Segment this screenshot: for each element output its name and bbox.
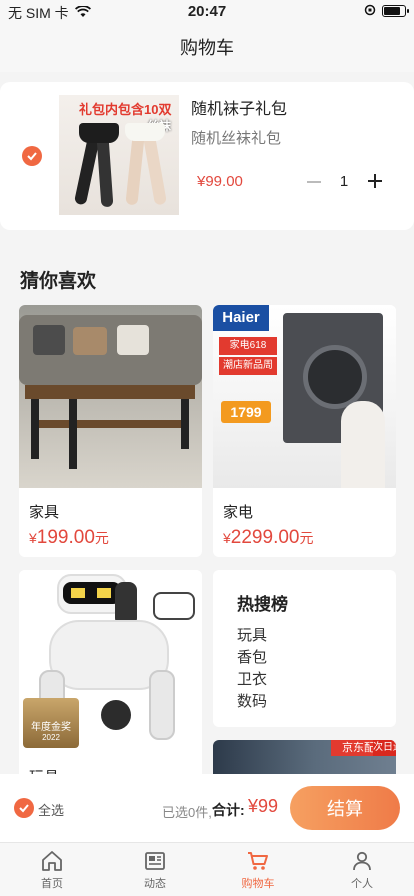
price-unit: 元 (299, 530, 314, 546)
product-card-toy[interactable]: 年度金奖 2022 玩具 (19, 570, 202, 780)
tab-label: 首页 (41, 878, 63, 890)
selected-count: 已选0件, (162, 805, 212, 820)
quantity-increase-button[interactable] (360, 166, 390, 196)
leg-shape (125, 134, 145, 206)
table-shelf (33, 420, 187, 428)
cushion-shape (73, 327, 107, 355)
checkout-bar: 全选 已选0件, 合计: ¥99 结算 (0, 774, 414, 842)
quantity-decrease-button[interactable] (302, 168, 326, 196)
hot-search-item[interactable]: 玩具 (237, 624, 267, 645)
hot-search-title: 热搜榜 (237, 595, 288, 614)
battery-icon (382, 5, 409, 17)
brand-logo: Haier (213, 305, 269, 331)
robot-leg (149, 670, 175, 740)
price-value: 199.00 (36, 527, 95, 548)
hot-search-item[interactable]: 数码 (237, 690, 267, 711)
checkout-button[interactable]: 结算 (290, 786, 400, 830)
table-leg (69, 399, 77, 469)
leg-shape (96, 136, 114, 208)
award-badge: 年度金奖 2022 (23, 698, 79, 748)
status-right (364, 3, 409, 19)
page-title: 购物车 (0, 24, 414, 72)
product-name: 家电 (223, 504, 254, 521)
person-icon (353, 851, 371, 871)
tab-profile[interactable]: 个人 (332, 849, 392, 891)
jd-nextday-badge: 次日送达 (373, 740, 396, 756)
orientation-lock-icon (364, 3, 376, 19)
quantity-value[interactable]: 1 (332, 168, 356, 196)
cart-item-image[interactable]: 礼包内包含10双 丝袜 (59, 95, 179, 215)
promo-badge: 家电618 (219, 337, 277, 355)
leg-shape (143, 134, 167, 206)
cart-item-title[interactable]: 随机袜子礼包 (191, 95, 287, 119)
award-badge-text: 年度金奖 (31, 722, 71, 733)
image-banner-text: 礼包内包含10双 (79, 102, 172, 117)
promo-badge: 潮店新品周 (219, 357, 277, 375)
tab-cart[interactable]: 购物车 (228, 849, 288, 891)
robot-wheel (101, 700, 131, 730)
skirt-shape (125, 123, 165, 141)
cart-item-subtitle: 随机丝袜礼包 (191, 130, 282, 147)
product-card-appliance[interactable]: Haier 家电618 潮店新品周 1799 家电 ¥2299.00元 (213, 305, 396, 557)
check-icon (27, 152, 37, 161)
cart-icon (248, 852, 268, 870)
tab-home[interactable]: 首页 (22, 849, 82, 891)
price-unit: 元 (94, 530, 109, 546)
furniture-image (19, 305, 202, 488)
award-badge-year: 2022 (42, 733, 60, 742)
table-leg (181, 399, 189, 449)
cushion-shape (33, 325, 65, 355)
product-name: 家具 (29, 504, 60, 521)
robot-eye (71, 588, 85, 598)
minus-icon (307, 181, 321, 183)
model-figure (341, 401, 385, 488)
table-leg (31, 399, 39, 459)
total-label: 合计: (212, 802, 245, 818)
price-currency: ¥ (29, 530, 37, 546)
plus-icon (368, 174, 382, 188)
status-bar: 无 SIM 卡 20:47 (0, 0, 414, 24)
hot-search-card: 热搜榜 玩具 香包 卫衣 数码 (213, 570, 396, 727)
tab-news[interactable]: 动态 (125, 849, 185, 891)
robot-dog-image: 年度金奖 2022 (19, 570, 202, 753)
cart-item-checkbox[interactable] (22, 146, 42, 166)
total-amount: ¥99 (248, 796, 279, 816)
table-top (25, 385, 195, 399)
news-icon (145, 852, 165, 870)
product-price: ¥2299.00元 (223, 527, 313, 549)
robot-eye (97, 588, 111, 598)
washer-image: Haier 家电618 潮店新品周 1799 (213, 305, 396, 488)
product-card-furniture[interactable]: 家具 ¥199.00元 (19, 305, 202, 557)
check-icon (19, 804, 29, 813)
product-price: ¥199.00元 (29, 527, 109, 549)
washer-price-tag: 1799 (221, 401, 271, 423)
hot-search-item[interactable]: 卫衣 (237, 668, 267, 689)
hot-search-item[interactable]: 香包 (237, 646, 267, 667)
price-value: 2299.00 (230, 527, 300, 548)
tab-label: 购物车 (241, 878, 275, 890)
washer-door (303, 345, 367, 409)
home-icon (42, 851, 62, 871)
cushion-shape (117, 325, 149, 355)
status-time: 20:47 (187, 3, 227, 20)
tab-label: 动态 (144, 878, 166, 890)
recommend-section-title: 猜你喜欢 (20, 271, 97, 292)
select-all-checkbox[interactable] (14, 798, 34, 818)
tab-label: 个人 (351, 878, 373, 890)
battery-fill (384, 7, 401, 15)
cart-item-price: ¥99.00 (197, 173, 243, 190)
select-all-label[interactable]: 全选 (38, 800, 64, 819)
tab-bar: 首页 动态 购物车 个人 (0, 842, 414, 896)
price-currency: ¥ (223, 530, 231, 546)
skirt-shape (79, 123, 119, 143)
remote-control (153, 592, 195, 620)
